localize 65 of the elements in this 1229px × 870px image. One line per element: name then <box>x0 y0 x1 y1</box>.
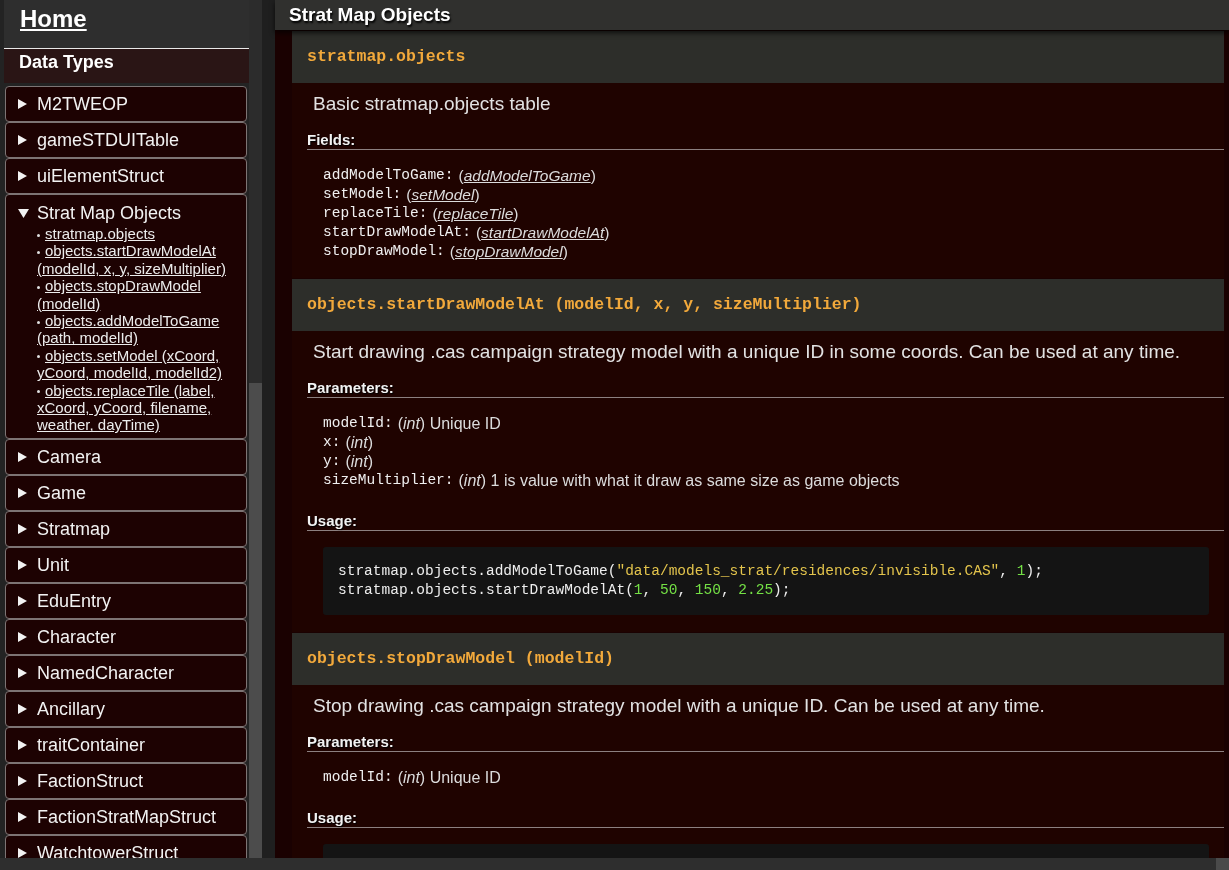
bullet-icon <box>37 320 40 324</box>
block-heading: Fields: <box>307 131 356 148</box>
code-line: stratmap.objects.addModelToGame("data/models_strat/residences/invisible.CAS", 1); <box>338 562 1043 581</box>
code-line: stratmap.objects.startDrawModelAt(1, 50, 150, 2.25); <box>338 581 791 600</box>
block-heading: Usage: <box>307 809 358 826</box>
scrollbar-thumb[interactable] <box>249 383 262 858</box>
section-title: objects.startDrawModelAt (modelId, x, y, sizeMultiplier) <box>307 293 862 316</box>
parameter-description: (int) <box>345 452 373 471</box>
parameter-description: (int) Unique ID <box>397 768 501 787</box>
sidebar-item[interactable]: M2TWEOP <box>6 87 246 121</box>
sidebar-item[interactable]: Camera <box>6 440 246 474</box>
sidebar-item[interactable]: Ancillary <box>6 692 246 726</box>
block-heading: Parameters: <box>307 379 394 396</box>
parameter-description: (int) 1 is value with what it draw as same size as game objects <box>458 471 900 490</box>
parameter-name: x: <box>323 433 341 452</box>
sidebar-item[interactable]: gameSTDUITable <box>6 123 246 157</box>
sidebar-item[interactable]: Stratmap <box>6 512 246 546</box>
type-link[interactable]: (stopDrawModel) <box>449 242 568 261</box>
section-description: Start drawing .cas campaign strategy model with a unique ID in some coords. Can be used at any time. <box>313 341 1181 362</box>
sidebar-item[interactable]: uiElementStruct <box>6 159 246 193</box>
bullet-icon <box>37 355 40 359</box>
sidebar-link[interactable]: objects.replaceTile (label, xCoord, yCoord, filename, weather, dayTime) <box>37 381 231 434</box>
section-description: Stop drawing .cas campaign strategy model with a unique ID. Can be used at any time. <box>313 695 1045 716</box>
bullet-icon <box>37 250 40 254</box>
field-name: startDrawModelAt: <box>323 223 471 242</box>
bullet-icon <box>37 233 40 237</box>
parameter-name: sizeMultiplier: <box>323 471 454 490</box>
sidebar-item[interactable]: Game <box>6 476 246 510</box>
sidebar-link[interactable]: stratmap.objects <box>37 225 231 243</box>
field-name: addModelToGame: <box>323 166 454 185</box>
parameter-name: modelId: <box>323 768 393 787</box>
type-link[interactable]: (setModel) <box>406 185 480 204</box>
field-name: stopDrawModel: <box>323 242 445 261</box>
block-heading: Usage: <box>307 512 358 529</box>
type-link[interactable]: (startDrawModelAt) <box>475 223 610 242</box>
type-link[interactable]: (addModelToGame) <box>458 166 596 185</box>
section-title: objects.stopDrawModel (modelId) <box>307 647 614 670</box>
type-link[interactable]: (replaceTile) <box>432 204 519 223</box>
sidebar-item[interactable]: Unit <box>6 548 246 582</box>
bullet-icon <box>37 390 40 394</box>
sidebar-link[interactable]: objects.addModelToGame (path, modelId) <box>37 312 231 347</box>
sidebar-item[interactable]: traitContainer <box>6 728 246 762</box>
sidebar-item[interactable]: Strat Map Objects <box>6 195 246 223</box>
sidebar-item[interactable]: FactionStruct <box>6 764 246 798</box>
sidebar-item[interactable]: Character <box>6 620 246 654</box>
scrollbar-thumb[interactable] <box>1216 858 1229 870</box>
sidebar-link[interactable]: objects.startDrawModelAt (modelId, x, y, sizeMultiplier) <box>37 242 231 278</box>
bullet-icon <box>37 285 40 289</box>
sidebar-link[interactable]: objects.stopDrawModel (modelId) <box>37 277 231 313</box>
field-name: setModel: <box>323 185 402 204</box>
sidebar-item[interactable]: NamedCharacter <box>6 656 246 690</box>
section-description: Basic stratmap.objects table <box>313 93 551 114</box>
parameter-name: modelId: <box>323 414 393 433</box>
sidebar-item[interactable]: EduEntry <box>6 584 246 618</box>
section-heading: Data Types <box>19 52 114 72</box>
section-title: stratmap.objects <box>307 45 466 68</box>
page-title: Strat Map Objects <box>289 2 451 27</box>
sidebar-link[interactable]: objects.setModel (xCoord, yCoord, modelId, modelId2) <box>37 346 231 382</box>
home-link[interactable]: Home <box>20 5 87 32</box>
sidebar-item[interactable]: FactionStratMapStruct <box>6 800 246 834</box>
parameter-name: y: <box>323 452 341 471</box>
field-name: replaceTile: <box>323 204 428 223</box>
parameter-description: (int) <box>345 433 373 452</box>
parameter-description: (int) Unique ID <box>397 414 501 433</box>
block-heading: Parameters: <box>307 733 394 750</box>
